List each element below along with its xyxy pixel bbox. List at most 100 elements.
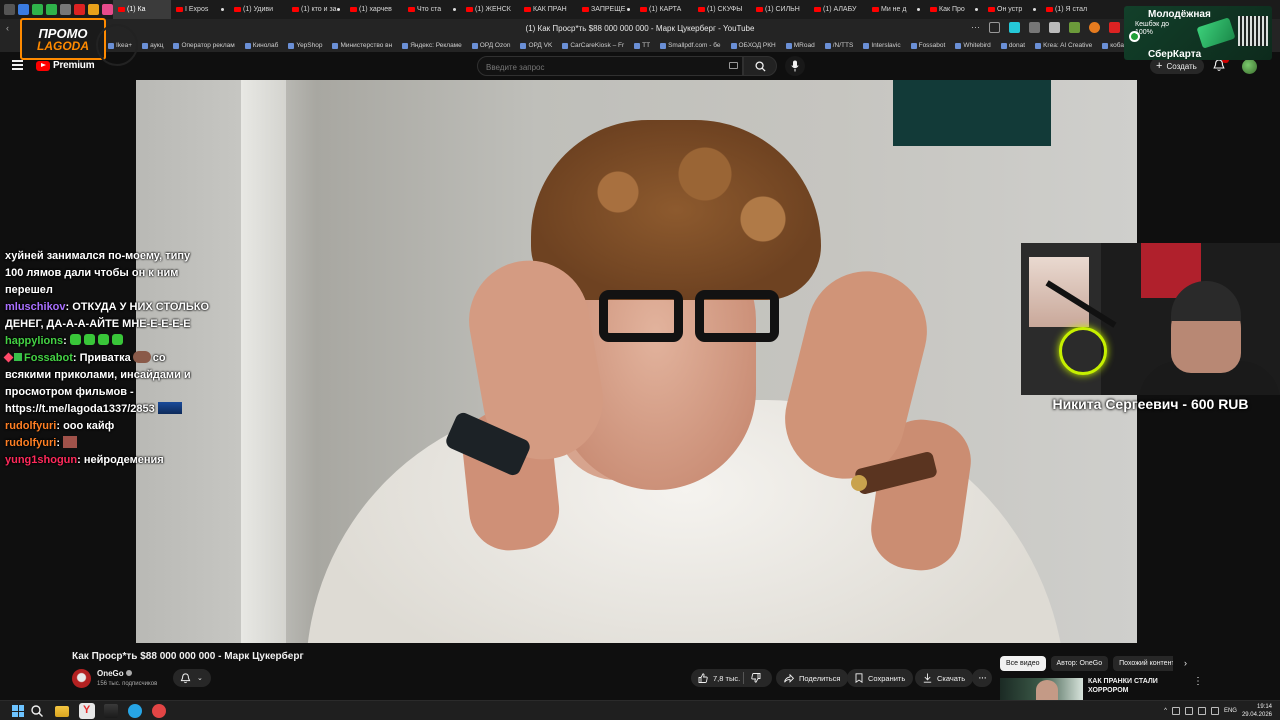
tab-label: (1) Ка [127,6,146,13]
more-tabs-icon[interactable]: ⋯ [971,22,980,33]
browser-tab[interactable]: (1) Удиви [229,0,287,19]
bookmark-item[interactable]: Кинолаб [244,42,278,49]
menu-icon[interactable] [12,60,23,70]
bookmark-item[interactable]: /N/TTS [824,42,853,49]
bookmark-item[interactable]: CarCareKiosk – Fr [562,42,624,49]
browser-tab[interactable]: (1) харчев [345,0,403,19]
more-vertical-icon[interactable]: ⋮ [1193,676,1203,687]
volume-icon[interactable] [1210,707,1219,715]
extension-icon[interactable] [1029,22,1040,33]
create-button[interactable]: + Создать [1150,58,1204,74]
file-explorer-icon[interactable] [55,706,69,717]
language-indicator[interactable]: ENG [1224,708,1237,714]
browser-tab[interactable]: (1) СИЛЬН [751,0,809,19]
browser-tab[interactable]: (1) АЛАБУ [809,0,867,19]
extension-icon[interactable] [1089,22,1100,33]
bookmark-label: donat [1008,42,1026,49]
browser-tab[interactable]: Что ста [403,0,461,19]
tray-app-icon[interactable] [1184,707,1193,715]
bookmark-item[interactable]: Министерство вн [332,42,392,49]
extension-icon[interactable] [1069,22,1080,33]
browser-tab[interactable]: КАК ПРАН [519,0,577,19]
pinned-tab-icon[interactable] [102,4,113,15]
subscription-bell-button[interactable]: ⌄ [173,669,211,687]
bookmark-item[interactable]: ОРД VK [520,42,552,49]
like-icon[interactable] [698,673,708,683]
dislike-icon[interactable] [751,673,761,683]
save-button[interactable]: Сохранить [847,669,914,687]
bookmark-item[interactable]: ОРД Ozon [471,42,510,49]
tray-app-icon[interactable] [1171,707,1180,715]
chevron-right-icon[interactable]: › [1184,658,1187,668]
pinned-tab-icon[interactable] [74,4,85,15]
browser-tab[interactable]: (1) кто и за [287,0,345,19]
browser-tab[interactable]: ЗАПРЕЩЕ [577,0,635,19]
pinned-tab-icon[interactable] [60,4,71,15]
extension-icon[interactable] [1049,22,1060,33]
browser-tab[interactable]: (1) Ка [113,0,171,19]
telegram-icon[interactable] [128,704,142,718]
browser-tab[interactable]: (1) СКУФЫ [693,0,751,19]
bookmark-item[interactable]: Krea: AI Creative [1035,42,1092,49]
bookmark-label: Smallpdf.com - бе [668,42,721,49]
network-icon[interactable] [1197,707,1206,715]
pinned-tab-icon[interactable] [46,4,57,15]
clock[interactable]: 19:14 29.04.2026 [1242,703,1272,719]
chip-author[interactable]: Автор: OneGo [1050,656,1109,671]
keyboard-icon[interactable] [729,62,738,69]
recommendation-title[interactable]: КАК ПРАНКИ СТАЛИ ХОРРОРОМ [1088,677,1183,695]
browser-tab[interactable]: (1) КАРТА [635,0,693,19]
bookmark-item[interactable]: Whitebird [955,42,991,49]
bookmark-item[interactable]: Яндекс: Рекламе [402,42,462,49]
pinned-tab-icon[interactable] [18,4,29,15]
bookmark-item[interactable]: ОБХОД РКН [730,42,776,49]
pinned-tab-icon[interactable] [4,4,15,15]
browser-tab[interactable]: (1) ЖЕНСК [461,0,519,19]
pinned-tab-icon[interactable] [88,4,99,15]
tab-label: Как Про [939,6,965,13]
bookmark-item[interactable]: Interslavic [863,42,901,49]
pinned-tab-icon[interactable] [32,4,43,15]
browser-tab[interactable]: I Expos [171,0,229,19]
tray-chevron-icon[interactable]: ^ [1164,708,1167,714]
youtube-extension-icon[interactable] [1109,22,1120,33]
app-icon[interactable] [104,704,118,718]
bookmark-item[interactable]: Smallpdf.com - бе [660,42,721,49]
share-button[interactable]: Поделиться [776,669,849,687]
chat-username: rudolfyuri [5,420,57,432]
bookmark-item[interactable]: MRoad [785,42,815,49]
bookmark-item[interactable]: аукц [142,42,163,49]
youtube-logo[interactable]: Premium [36,60,95,71]
bookmark-item[interactable]: YepShop [288,42,322,49]
account-avatar[interactable] [1242,59,1257,74]
recommendation-thumbnail[interactable] [1000,678,1083,700]
search-input[interactable] [478,58,718,77]
like-count[interactable]: 7,8 тыс. [713,674,740,683]
chip-all-videos[interactable]: Все видео [1000,656,1046,671]
obs-icon[interactable] [152,704,166,718]
stream-chat-overlay: хуйней занимался по-моему, типу 100 лямо… [3,248,210,469]
chat-message: yung1shogun: нейродемения [5,452,210,469]
browser-tab[interactable]: (1) Я стал [1041,0,1099,19]
bookmark-item[interactable]: Fossabot [910,42,945,49]
bookmark-label: MRoad [793,42,815,49]
yandex-browser-icon[interactable] [79,703,95,719]
bookmark-item[interactable]: donat [1000,42,1026,49]
chip-similar[interactable]: Похожий контент [1113,656,1173,671]
channel-name-row[interactable]: OneGo [97,669,132,678]
download-button[interactable]: Скачать [915,669,974,687]
bookmark-item[interactable]: TT [634,42,650,49]
bookmark-item[interactable]: Оператор реклам [173,42,235,49]
search-button[interactable] [743,56,777,76]
browser-tab[interactable]: Как Про [925,0,983,19]
more-actions-button[interactable]: ··· [972,669,992,687]
voice-search-button[interactable] [785,56,805,76]
browser-tab[interactable]: Ми не д [867,0,925,19]
extension-icon[interactable] [1009,22,1020,33]
browser-tab[interactable]: Он устр [983,0,1041,19]
video-player[interactable] [136,80,1137,643]
taskbar-search-icon[interactable] [30,704,44,718]
channel-avatar[interactable] [72,669,91,688]
bookmark-icon[interactable] [989,22,1000,33]
windows-start-icon[interactable] [11,704,25,718]
